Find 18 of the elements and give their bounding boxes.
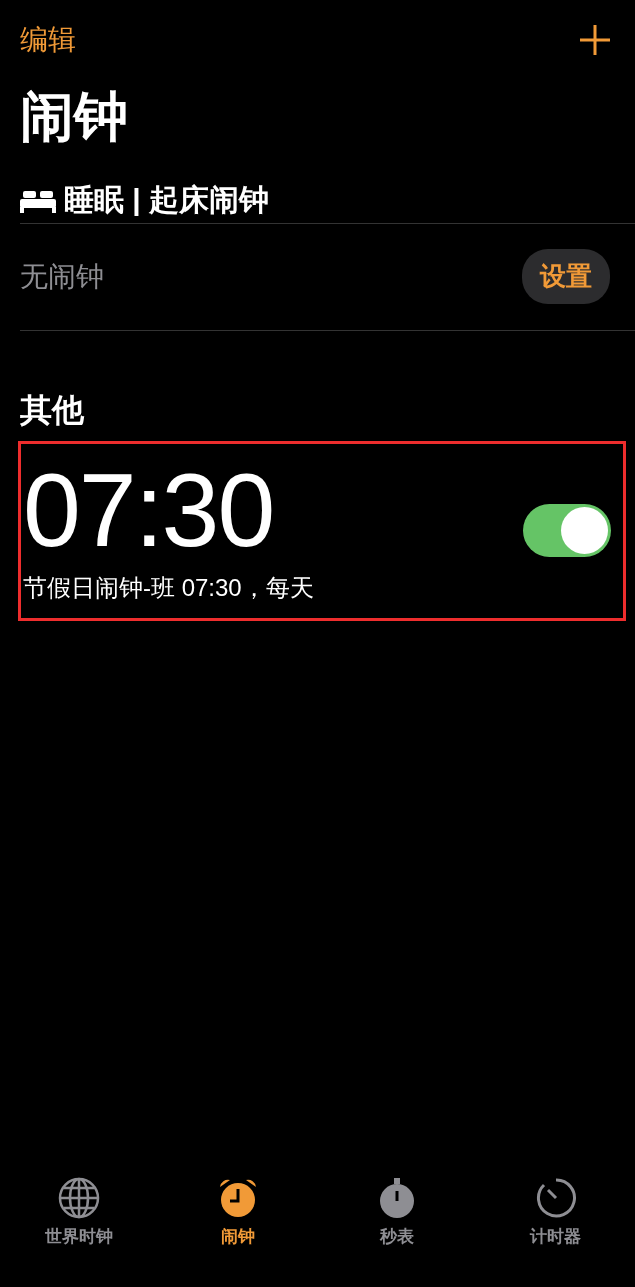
timer-icon <box>534 1177 577 1219</box>
section-title: 其他 <box>20 390 84 430</box>
alarm-label: 节假日闹钟-班 07:30，每天 <box>23 572 314 603</box>
tab[interactable]: 世界时钟 <box>0 1167 159 1267</box>
tab[interactable]: 秒表 <box>317 1167 477 1267</box>
alarm-row[interactable]: 07:30 节假日闹钟-班 07:30，每天 <box>18 440 626 621</box>
edit-button[interactable]: 编辑 <box>20 21 76 59</box>
section-title: 睡眠 | 起床闹钟 <box>64 182 270 219</box>
alarm-time: 07:30 <box>23 457 275 562</box>
tab[interactable]: 计时器 <box>476 1167 635 1267</box>
tab[interactable]: 闹钟 <box>158 1167 318 1267</box>
bed-icon <box>20 188 56 213</box>
setup-button[interactable]: 设置 <box>522 249 610 305</box>
empty-label: 无闹钟 <box>20 259 104 294</box>
add-button[interactable] <box>579 24 611 56</box>
globe-icon <box>58 1177 101 1219</box>
page-title: 闹钟 <box>20 85 128 148</box>
toggle-switch[interactable] <box>523 504 611 558</box>
